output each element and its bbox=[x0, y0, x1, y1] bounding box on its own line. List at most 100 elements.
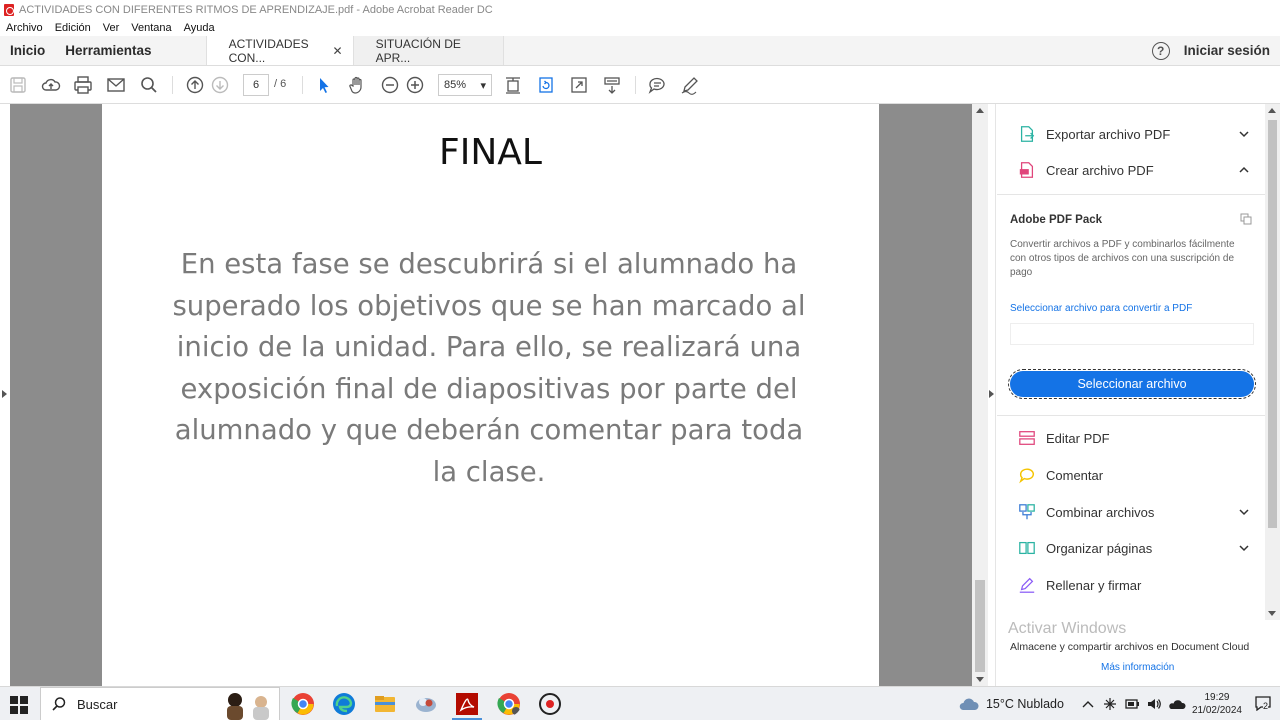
menu-ver[interactable]: Ver bbox=[103, 22, 120, 34]
onedrive-icon[interactable] bbox=[1168, 696, 1186, 712]
chevron-up-icon[interactable] bbox=[1082, 699, 1094, 709]
combine-files-icon bbox=[1017, 502, 1037, 522]
export-pdf-item[interactable]: Exportar archivo PDF bbox=[1017, 122, 1249, 146]
menu-edicion[interactable]: Edición bbox=[55, 22, 91, 34]
acrobat-taskbar-icon[interactable] bbox=[455, 692, 479, 716]
battery-icon[interactable] bbox=[1124, 696, 1140, 712]
doc-tab-actividades[interactable]: ACTIVIDADES CON... ✕ bbox=[205, 36, 354, 65]
document-cloud-text: Almacene y compartir archivos en Documen… bbox=[1010, 641, 1250, 653]
select-file-link[interactable]: Seleccionar archivo para convertir a PDF bbox=[1010, 303, 1192, 314]
toolbar-divider bbox=[635, 76, 636, 94]
search-label: Buscar bbox=[77, 696, 118, 712]
tab-home[interactable]: Inicio bbox=[0, 36, 55, 65]
print-icon[interactable] bbox=[73, 75, 93, 95]
zoom-in-icon[interactable] bbox=[405, 75, 425, 95]
panel-scrollbar[interactable] bbox=[1265, 104, 1280, 620]
app-icon[interactable] bbox=[414, 692, 438, 716]
cloud-upload-icon[interactable] bbox=[41, 75, 61, 95]
select-file-button[interactable]: Seleccionar archivo bbox=[1008, 369, 1256, 399]
doc-tab-situacion[interactable]: SITUACIÓN DE APR... bbox=[353, 36, 504, 65]
document-scrollbar[interactable] bbox=[972, 104, 988, 686]
save-icon[interactable] bbox=[8, 75, 28, 95]
chevron-down-icon[interactable] bbox=[1239, 507, 1249, 517]
scrollbar-thumb[interactable] bbox=[975, 580, 985, 672]
screen-recorder-icon[interactable] bbox=[538, 692, 562, 716]
left-panel-toggle[interactable] bbox=[0, 104, 10, 686]
full-screen-icon[interactable] bbox=[569, 75, 589, 95]
chevron-up-icon[interactable] bbox=[1239, 165, 1249, 175]
title-bar: ACTIVIDADES CON DIFERENTES RITMOS DE APR… bbox=[0, 0, 1280, 20]
email-icon[interactable] bbox=[106, 75, 126, 95]
clock-date: 21/02/2024 bbox=[1191, 705, 1242, 716]
document-viewer[interactable]: FINAL En esta fase se descubrirá si el a… bbox=[0, 104, 988, 686]
edge-icon[interactable] bbox=[332, 692, 356, 716]
comment-icon[interactable] bbox=[647, 75, 667, 95]
scrollbar-thumb[interactable] bbox=[1268, 120, 1277, 528]
taskbar-search[interactable]: Buscar bbox=[40, 687, 280, 720]
notification-count: 2 bbox=[1263, 701, 1269, 711]
scroll-up-icon[interactable] bbox=[1268, 108, 1276, 113]
fill-sign-item[interactable]: Rellenar y firmar bbox=[1017, 573, 1249, 597]
doc-tab-label: SITUACIÓN DE APR... bbox=[375, 36, 461, 65]
edit-pdf-icon bbox=[1017, 428, 1037, 448]
chevron-down-icon: ▾ bbox=[480, 79, 486, 92]
chrome-icon[interactable] bbox=[291, 692, 315, 716]
tab-bar: Inicio Herramientas ACTIVIDADES CON... ✕… bbox=[0, 36, 1280, 66]
windows-start-icon[interactable] bbox=[10, 696, 28, 714]
menu-ventana[interactable]: Ventana bbox=[131, 22, 171, 34]
menu-archivo[interactable]: Archivo bbox=[6, 22, 43, 34]
pen-icon[interactable] bbox=[680, 75, 700, 95]
zoom-value: 85% bbox=[444, 79, 467, 91]
acrobat-icon bbox=[4, 4, 14, 16]
fit-page-icon[interactable] bbox=[503, 75, 523, 95]
chevron-down-icon[interactable] bbox=[1239, 543, 1249, 553]
network-icon[interactable] bbox=[1102, 696, 1118, 712]
toolbar: 6 / 6 85% ▾ bbox=[0, 66, 1280, 104]
organize-pages-item[interactable]: Organizar páginas bbox=[1017, 536, 1249, 560]
scroll-up-icon[interactable] bbox=[976, 108, 984, 113]
chevron-down-icon[interactable] bbox=[1239, 129, 1249, 139]
file-explorer-icon[interactable] bbox=[373, 692, 397, 716]
panel-divider bbox=[997, 194, 1265, 195]
comment-item[interactable]: Comentar bbox=[1017, 463, 1249, 487]
tab-tools[interactable]: Herramientas bbox=[55, 36, 161, 65]
page-heading: FINAL bbox=[439, 132, 542, 173]
previous-page-icon[interactable] bbox=[185, 75, 205, 95]
comment-bubble-icon bbox=[1017, 465, 1037, 485]
window-title: ACTIVIDADES CON DIFERENTES RITMOS DE APR… bbox=[19, 4, 493, 16]
file-field[interactable] bbox=[1010, 323, 1254, 345]
rotate-icon[interactable] bbox=[536, 75, 556, 95]
scroll-mode-icon[interactable] bbox=[602, 75, 622, 95]
select-cursor-icon[interactable] bbox=[314, 75, 334, 95]
weather-text[interactable]: 15°C Nublado bbox=[986, 697, 1064, 711]
scroll-down-icon[interactable] bbox=[976, 677, 984, 682]
more-info-link[interactable]: Más información bbox=[1101, 662, 1174, 673]
search-highlight-illustration-icon bbox=[227, 693, 269, 720]
help-icon[interactable]: ? bbox=[1151, 41, 1170, 60]
clock[interactable]: 19:29 21/02/2024 bbox=[1192, 691, 1242, 717]
right-panel-toggle[interactable] bbox=[988, 104, 996, 686]
menu-ayuda[interactable]: Ayuda bbox=[184, 22, 215, 34]
comment-label: Comentar bbox=[1046, 467, 1104, 483]
page-number-input[interactable]: 6 bbox=[243, 74, 269, 96]
signin-link[interactable]: Iniciar sesión bbox=[1184, 43, 1270, 58]
menu-bar: Archivo Edición Ver Ventana Ayuda bbox=[0, 20, 1280, 36]
close-icon[interactable]: ✕ bbox=[333, 44, 343, 58]
zoom-out-icon[interactable] bbox=[380, 75, 400, 95]
chrome-profile-icon[interactable] bbox=[497, 692, 521, 716]
search-icon[interactable] bbox=[139, 75, 159, 95]
volume-icon[interactable] bbox=[1146, 696, 1162, 712]
pdf-page: FINAL En esta fase se descubrirá si el a… bbox=[102, 104, 879, 686]
organize-pages-icon bbox=[1017, 538, 1037, 558]
create-pdf-item[interactable]: Crear archivo PDF bbox=[1017, 158, 1249, 182]
combine-files-item[interactable]: Combinar archivos bbox=[1017, 500, 1249, 524]
panel-footer: Activar Windows Almacene y compartir arc… bbox=[997, 620, 1280, 686]
scroll-down-icon[interactable] bbox=[1268, 611, 1276, 616]
next-page-icon[interactable] bbox=[210, 75, 230, 95]
hand-icon[interactable] bbox=[347, 75, 367, 95]
clock-time: 19:29 bbox=[1204, 692, 1230, 703]
notifications-icon[interactable]: 2 bbox=[1254, 695, 1274, 713]
zoom-select[interactable]: 85% ▾ bbox=[438, 74, 492, 96]
activate-windows-watermark: Activar Windows bbox=[1008, 620, 1127, 637]
edit-pdf-item[interactable]: Editar PDF bbox=[1017, 426, 1249, 450]
